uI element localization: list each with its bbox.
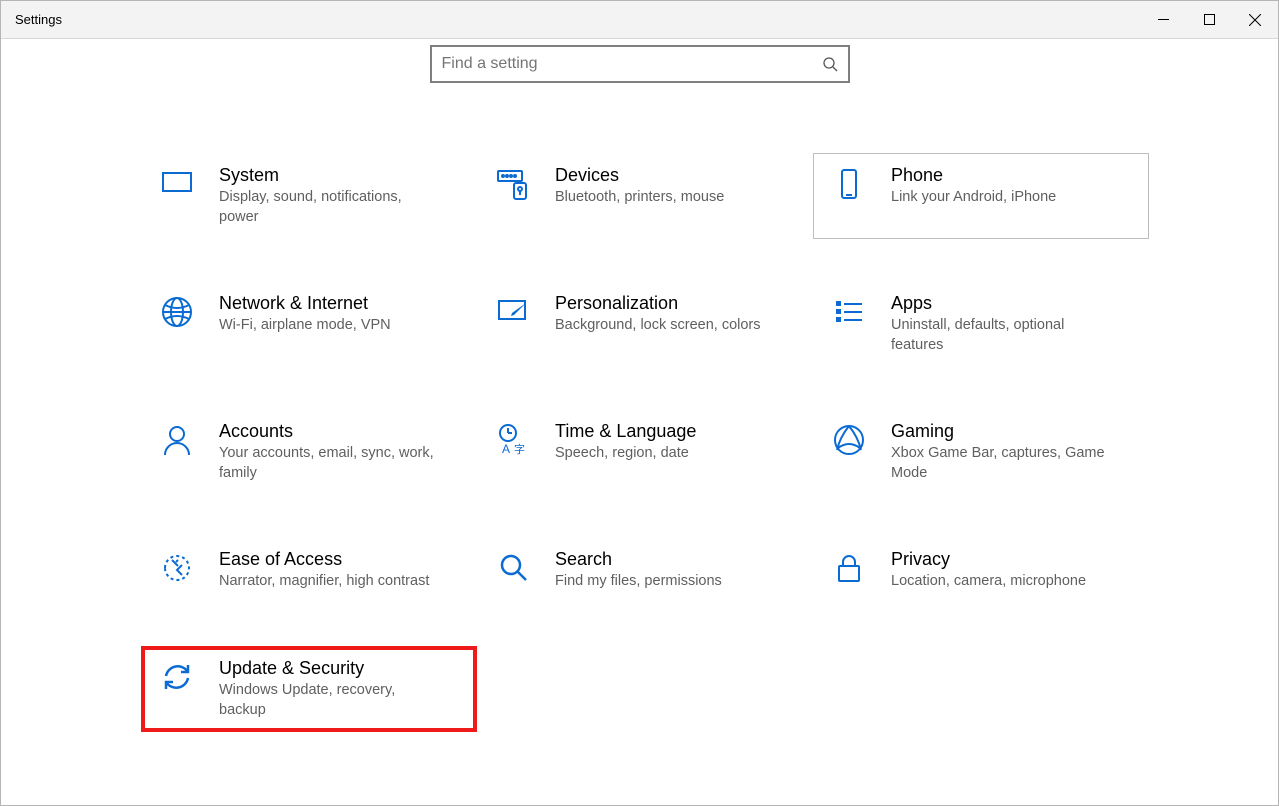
tile-title: Personalization xyxy=(555,293,761,314)
update-security-icon xyxy=(155,658,199,698)
tile-sub: Location, camera, microphone xyxy=(891,572,1086,592)
search-box[interactable] xyxy=(430,45,850,83)
tile-title: Accounts xyxy=(219,421,439,442)
maximize-button[interactable] xyxy=(1186,1,1232,38)
tile-sub: Speech, region, date xyxy=(555,444,696,464)
tile-apps[interactable]: Apps Uninstall, defaults, optional featu… xyxy=(813,281,1149,367)
tile-title: Gaming xyxy=(891,421,1111,442)
svg-text:字: 字 xyxy=(514,442,525,456)
tile-accounts[interactable]: Accounts Your accounts, email, sync, wor… xyxy=(141,409,477,495)
tile-sub: Windows Update, recovery, backup xyxy=(219,681,439,720)
tile-title: Network & Internet xyxy=(219,293,391,314)
tile-sub: Your accounts, email, sync, work, family xyxy=(219,444,439,483)
content-area: System Display, sound, notifications, po… xyxy=(1,39,1278,732)
window-title: Settings xyxy=(15,12,62,27)
tile-system[interactable]: System Display, sound, notifications, po… xyxy=(141,153,477,239)
close-button[interactable] xyxy=(1232,1,1278,38)
tile-sub: Link your Android, iPhone xyxy=(891,188,1056,208)
tile-title: Time & Language xyxy=(555,421,696,442)
tile-network[interactable]: Network & Internet Wi-Fi, airplane mode,… xyxy=(141,281,477,367)
tile-sub: Uninstall, defaults, optional features xyxy=(891,316,1111,355)
tile-sub: Display, sound, notifications, power xyxy=(219,188,439,227)
tile-sub: Background, lock screen, colors xyxy=(555,316,761,336)
gaming-icon xyxy=(827,421,871,461)
svg-text:A: A xyxy=(502,442,510,456)
tile-devices[interactable]: Devices Bluetooth, printers, mouse xyxy=(477,153,813,239)
tile-sub: Xbox Game Bar, captures, Game Mode xyxy=(891,444,1111,483)
devices-icon xyxy=(491,165,535,205)
search-category-icon xyxy=(491,549,535,589)
tile-sub: Bluetooth, printers, mouse xyxy=(555,188,724,208)
tile-title: Devices xyxy=(555,165,724,186)
tile-update-security[interactable]: Update & Security Windows Update, recove… xyxy=(141,646,477,732)
tile-personalization[interactable]: Personalization Background, lock screen,… xyxy=(477,281,813,367)
tile-sub: Wi-Fi, airplane mode, VPN xyxy=(219,316,391,336)
tile-privacy[interactable]: Privacy Location, camera, microphone xyxy=(813,537,1149,604)
privacy-icon xyxy=(827,549,871,589)
tile-title: Search xyxy=(555,549,722,570)
tile-ease-of-access[interactable]: Ease of Access Narrator, magnifier, high… xyxy=(141,537,477,604)
personalization-icon xyxy=(491,293,535,333)
tile-sub: Find my files, permissions xyxy=(555,572,722,592)
accounts-icon xyxy=(155,421,199,461)
phone-icon xyxy=(827,165,871,205)
tile-title: Apps xyxy=(891,293,1111,314)
minimize-button[interactable] xyxy=(1140,1,1186,38)
system-icon xyxy=(155,165,199,205)
time-language-icon: A 字 xyxy=(491,421,535,461)
tile-search[interactable]: Search Find my files, permissions xyxy=(477,537,813,604)
search-icon xyxy=(822,56,838,72)
tile-title: Update & Security xyxy=(219,658,439,679)
tile-gaming[interactable]: Gaming Xbox Game Bar, captures, Game Mod… xyxy=(813,409,1149,495)
window-controls xyxy=(1140,1,1278,38)
ease-of-access-icon xyxy=(155,549,199,589)
titlebar: Settings xyxy=(1,1,1278,39)
tile-title: System xyxy=(219,165,439,186)
tile-phone[interactable]: Phone Link your Android, iPhone xyxy=(813,153,1149,239)
tile-title: Phone xyxy=(891,165,1056,186)
network-icon xyxy=(155,293,199,333)
search-input[interactable] xyxy=(442,55,822,73)
tile-title: Privacy xyxy=(891,549,1086,570)
tile-time-language[interactable]: A 字 Time & Language Speech, region, date xyxy=(477,409,813,495)
settings-grid: System Display, sound, notifications, po… xyxy=(141,153,1278,732)
tile-title: Ease of Access xyxy=(219,549,429,570)
apps-icon xyxy=(827,293,871,333)
tile-sub: Narrator, magnifier, high contrast xyxy=(219,572,429,592)
